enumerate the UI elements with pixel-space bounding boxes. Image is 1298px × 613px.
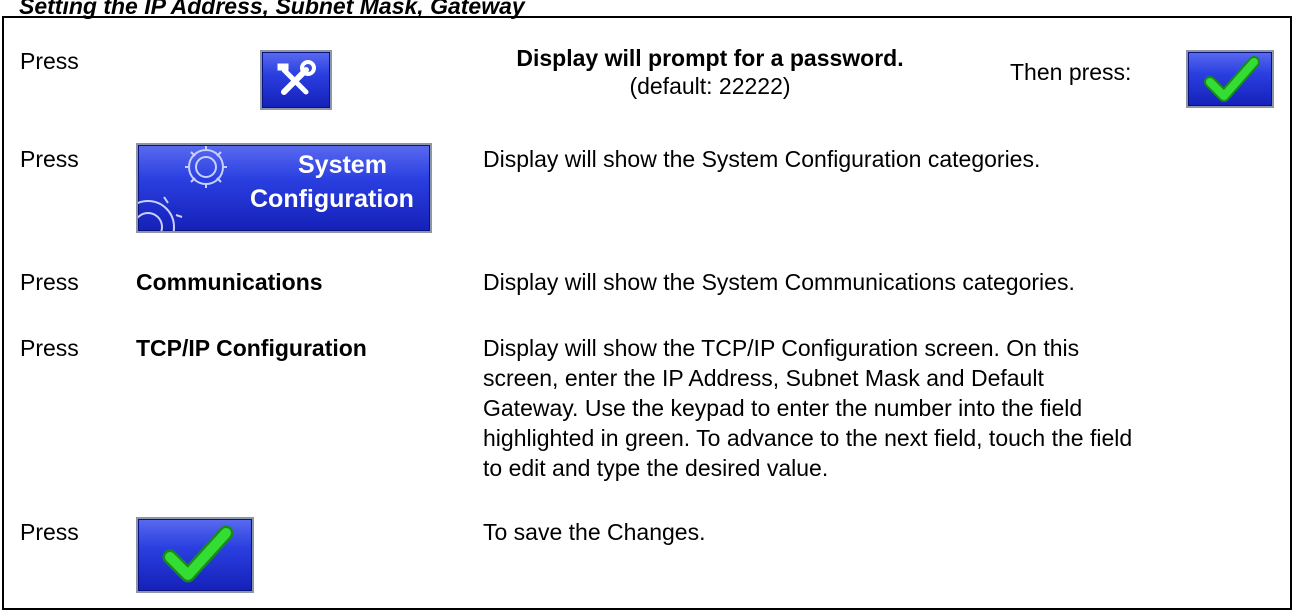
press-label: Press (20, 48, 79, 74)
then-press-label: Then press: (1010, 59, 1132, 85)
save-button[interactable] (136, 517, 254, 593)
press-label: Press (20, 335, 79, 361)
save-desc: To save the Changes. (483, 519, 706, 545)
default-password-text: (default: 22222) (629, 73, 791, 99)
tcpip-desc-line: to edit and type the desired value. (483, 455, 829, 481)
press-label: Press (20, 269, 79, 295)
button-label: Configuration (250, 185, 414, 213)
system-configuration-button[interactable]: System Configuration (136, 143, 432, 233)
press-label: Press (20, 519, 79, 545)
tcpip-desc-line: Gateway. Use the keypad to enter the num… (483, 395, 1083, 421)
button-label: System (298, 151, 387, 179)
password-prompt-text: Display will prompt for a password. (516, 45, 904, 71)
gear-icon (138, 146, 227, 231)
tools-icon (277, 60, 316, 95)
tcpip-desc-line: Display will show the TCP/IP Configurati… (483, 335, 1080, 361)
communications-target: Communications (136, 269, 323, 295)
tools-button[interactable] (260, 50, 332, 110)
confirm-button[interactable] (1186, 50, 1274, 108)
tcpip-desc-line: highlighted in green. To advance to the … (483, 425, 1133, 451)
checkmark-icon (1204, 56, 1260, 102)
tcpip-desc-line: screen, enter the IP Address, Subnet Mas… (483, 365, 1044, 391)
system-config-desc: Display will show the System Configurati… (483, 146, 1041, 172)
press-label: Press (20, 146, 79, 172)
tcpip-target: TCP/IP Configuration (136, 335, 367, 361)
checkmark-icon (162, 525, 234, 583)
communications-desc: Display will show the System Communicati… (483, 269, 1075, 295)
